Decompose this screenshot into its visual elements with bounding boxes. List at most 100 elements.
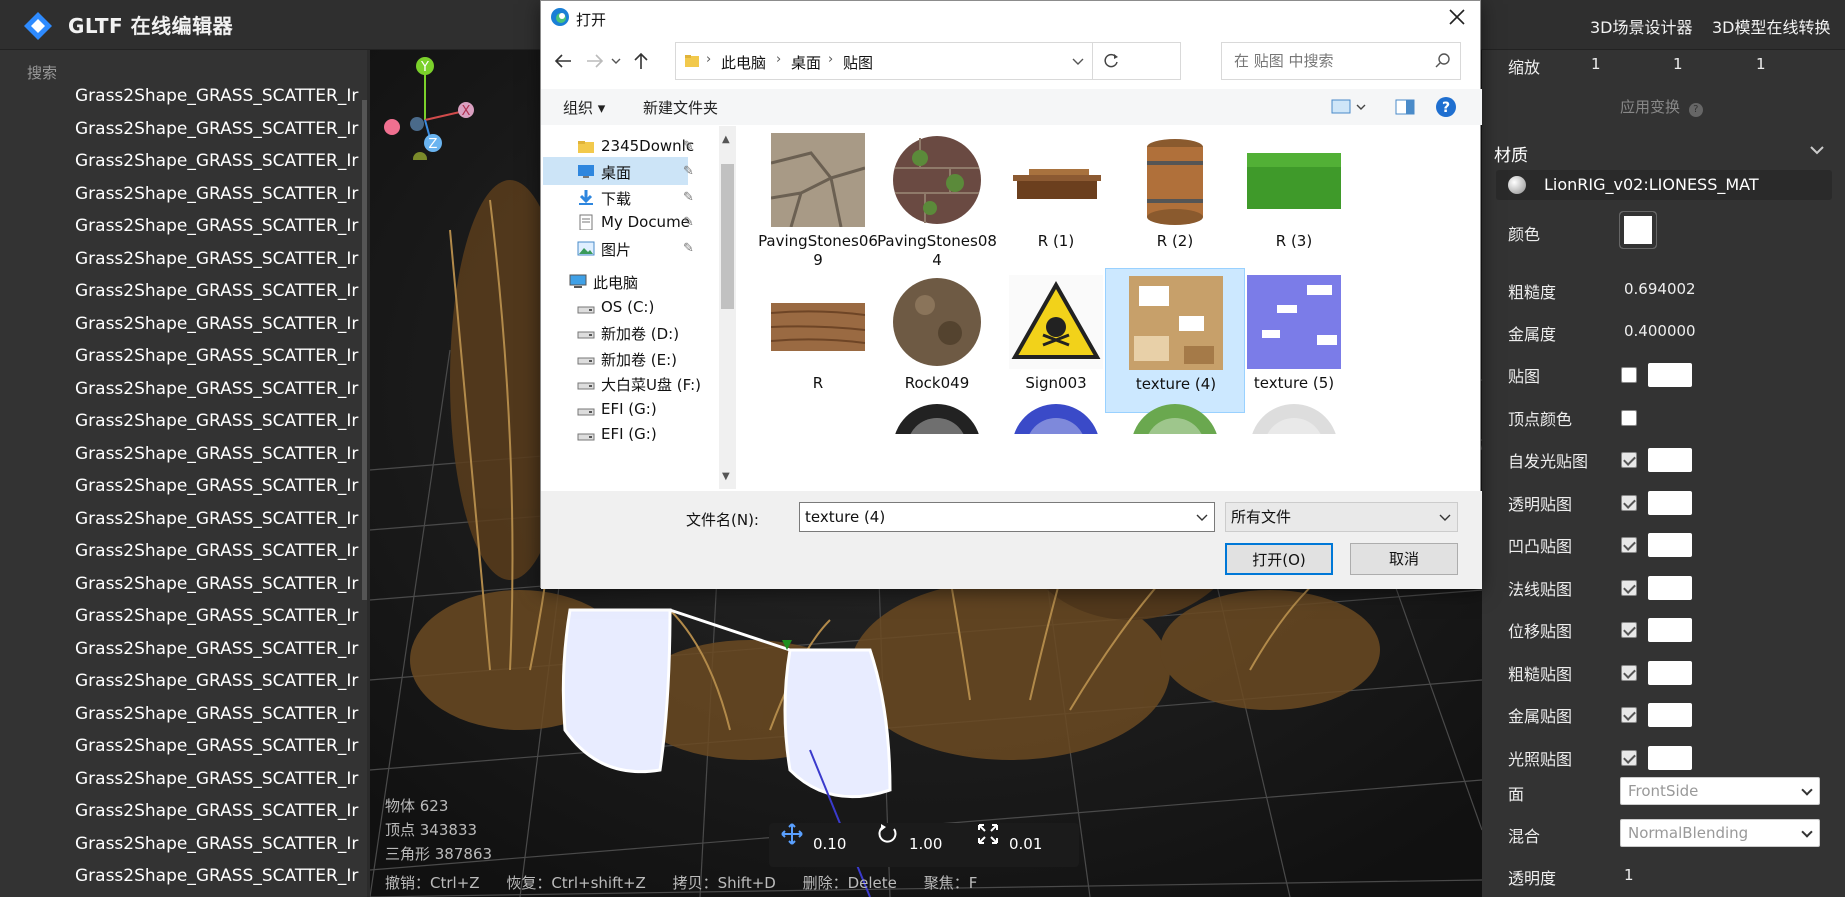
refresh-icon[interactable] — [1102, 52, 1120, 70]
neg-x-axis-handle[interactable] — [384, 119, 400, 135]
tree-item[interactable]: Grass2Shape_GRASS_SCATTER_Ir — [0, 308, 362, 341]
tree-item[interactable]: Grass2Shape_GRASS_SCATTER_Ir — [0, 275, 362, 308]
tree-scrollbar[interactable] — [362, 100, 367, 600]
map-checkbox[interactable] — [1621, 664, 1637, 681]
map-texture-slot[interactable] — [1648, 660, 1692, 685]
app-title: GLTF 在线编辑器 — [68, 14, 234, 38]
rotate-step-value[interactable]: 1.00 — [909, 835, 942, 853]
material-section-title[interactable]: 材质 — [1494, 141, 1528, 166]
map-checkbox[interactable] — [1621, 367, 1637, 383]
map-checkbox[interactable] — [1621, 749, 1637, 766]
move-icon[interactable] — [781, 823, 803, 845]
tree-item[interactable]: Grass2Shape_GRASS_SCATTER_Ir — [0, 340, 362, 373]
tree-item[interactable]: Grass2Shape_GRASS_SCATTER_Ir — [0, 665, 362, 698]
view-options-icon[interactable] — [1331, 98, 1367, 116]
search-icon[interactable] — [1435, 53, 1451, 69]
file-item[interactable]: texture (5) — [1224, 268, 1364, 413]
cancel-button[interactable]: 取消 — [1350, 543, 1458, 575]
tree-item[interactable]: Grass2Shape_GRASS_SCATTER_Ir — [0, 210, 362, 243]
map-texture-slot[interactable] — [1648, 363, 1692, 387]
opacity-input[interactable]: 1 — [1624, 866, 1634, 884]
scale-x-input[interactable]: 1 — [1591, 55, 1601, 73]
tree-item[interactable]: Grass2Shape_GRASS_SCATTER_Ir — [0, 503, 362, 536]
translate-step-value[interactable]: 0.10 — [813, 835, 846, 853]
file-item[interactable]: R (3) — [1224, 126, 1364, 271]
tree-item[interactable]: Grass2Shape_GRASS_SCATTER_Ir — [0, 535, 362, 568]
metalness-input[interactable]: 0.400000 — [1624, 322, 1696, 340]
scale-z-input[interactable]: 1 — [1756, 55, 1766, 73]
recent-dropdown-icon[interactable] — [609, 49, 623, 73]
thumbnail-image — [893, 136, 981, 224]
help-icon[interactable]: ? — [1435, 96, 1457, 118]
preview-pane-icon[interactable] — [1395, 98, 1415, 116]
material-selector[interactable]: LionRIG_v02:LIONESS_MAT — [1496, 170, 1832, 200]
tree-item[interactable]: Grass2Shape_GRASS_SCATTER_Ir — [0, 80, 362, 113]
breadcrumb-textures[interactable]: 贴图 — [843, 52, 873, 73]
map-texture-slot[interactable] — [1648, 533, 1692, 557]
address-dropdown-icon[interactable] — [1072, 57, 1084, 67]
tree-item[interactable]: Grass2Shape_GRASS_SCATTER_Ir — [0, 113, 362, 146]
roughness-input[interactable]: 0.694002 — [1624, 280, 1696, 298]
tree-item[interactable]: Grass2Shape_GRASS_SCATTER_Ir — [0, 730, 362, 763]
nav-scrollbar[interactable]: ▲ ▼ — [719, 126, 736, 489]
tree-item[interactable]: Grass2Shape_GRASS_SCATTER_Ir — [0, 795, 362, 828]
address-bar[interactable]: › 此电脑 › 桌面 › 贴图 — [675, 42, 1181, 80]
tree-item[interactable]: Grass2Shape_GRASS_SCATTER_Ir — [0, 633, 362, 666]
model-converter-link[interactable]: 3D模型在线转换 — [1712, 14, 1831, 38]
map-checkbox[interactable] — [1621, 579, 1637, 596]
tree-item[interactable]: Grass2Shape_GRASS_SCATTER_Ir — [0, 698, 362, 731]
blending-select[interactable]: NormalBlending — [1620, 819, 1820, 847]
breadcrumb-this-pc[interactable]: 此电脑 — [721, 52, 766, 73]
tree-item[interactable]: Grass2Shape_GRASS_SCATTER_Ir — [0, 178, 362, 211]
scale-icon[interactable] — [977, 823, 999, 845]
up-arrow-icon[interactable] — [629, 49, 653, 73]
back-arrow-icon[interactable] — [551, 49, 575, 73]
neg-y-axis-handle[interactable] — [413, 152, 427, 160]
map-checkbox[interactable] — [1621, 537, 1637, 553]
open-button[interactable]: 打开(O) — [1225, 543, 1333, 575]
tree-item[interactable]: Grass2Shape_GRASS_SCATTER_Ir — [0, 600, 362, 633]
map-checkbox[interactable] — [1621, 452, 1637, 468]
filename-dropdown-icon[interactable] — [1196, 513, 1208, 523]
tree-item[interactable]: Grass2Shape_GRASS_SCATTER_Ir — [0, 763, 362, 796]
map-texture-slot[interactable] — [1648, 575, 1692, 600]
map-texture-slot[interactable] — [1648, 618, 1692, 642]
color-swatch[interactable] — [1619, 211, 1657, 249]
map-texture-slot[interactable] — [1648, 703, 1692, 727]
map-checkbox[interactable] — [1621, 622, 1637, 638]
tree-item[interactable]: Grass2Shape_GRASS_SCATTER_Ir — [0, 828, 362, 861]
chevron-down-icon[interactable] — [1809, 144, 1825, 156]
nav-item-label: 2345Downlc — [601, 137, 695, 155]
file-item[interactable] — [1224, 394, 1364, 434]
map-checkbox[interactable] — [1621, 494, 1637, 511]
tree-item[interactable]: Grass2Shape_GRASS_SCATTER_Ir — [0, 373, 362, 406]
map-checkbox[interactable] — [1621, 409, 1637, 426]
tree-item[interactable]: Grass2Shape_GRASS_SCATTER_Ir — [0, 438, 362, 471]
side-select[interactable]: FrontSide — [1620, 777, 1820, 805]
filename-input[interactable]: texture (4) — [799, 502, 1215, 532]
tree-item[interactable]: Grass2Shape_GRASS_SCATTER_Ir — [0, 860, 362, 893]
search-input[interactable]: 在 贴图 中搜索 — [1221, 42, 1461, 80]
new-folder-button[interactable]: 新建文件夹 — [643, 97, 718, 118]
tree-item[interactable]: Grass2Shape_GRASS_SCATTER_Ir — [0, 568, 362, 601]
axis-gizmo[interactable]: Y X Z — [370, 50, 480, 160]
organize-button[interactable]: 组织 ▾ — [563, 97, 605, 118]
tree-item[interactable]: Grass2Shape_GRASS_SCATTER_Ir — [0, 405, 362, 438]
forward-arrow-icon[interactable] — [583, 49, 607, 73]
tree-item[interactable]: Grass2Shape_GRASS_SCATTER_Ir — [0, 470, 362, 503]
breadcrumb-desktop[interactable]: 桌面 — [791, 52, 821, 73]
apply-transform-button[interactable]: 应用变换 ? — [1620, 96, 1703, 117]
filetype-select[interactable]: 所有文件 — [1225, 502, 1458, 532]
rotate-icon[interactable] — [877, 823, 899, 845]
scale-step-value[interactable]: 0.01 — [1009, 835, 1042, 853]
map-texture-slot[interactable] — [1648, 490, 1692, 515]
scale-y-input[interactable]: 1 — [1673, 55, 1683, 73]
map-texture-slot[interactable] — [1648, 745, 1692, 770]
tree-item[interactable]: Grass2Shape_GRASS_SCATTER_Ir — [0, 145, 362, 178]
scene-designer-link[interactable]: 3D场景设计器 — [1590, 14, 1693, 38]
filetype-dropdown-icon[interactable] — [1439, 513, 1451, 523]
tree-item[interactable]: Grass2Shape_GRASS_SCATTER_Ir — [0, 243, 362, 276]
map-checkbox[interactable] — [1621, 707, 1637, 723]
close-icon[interactable] — [1445, 5, 1469, 29]
map-texture-slot[interactable] — [1648, 448, 1692, 472]
